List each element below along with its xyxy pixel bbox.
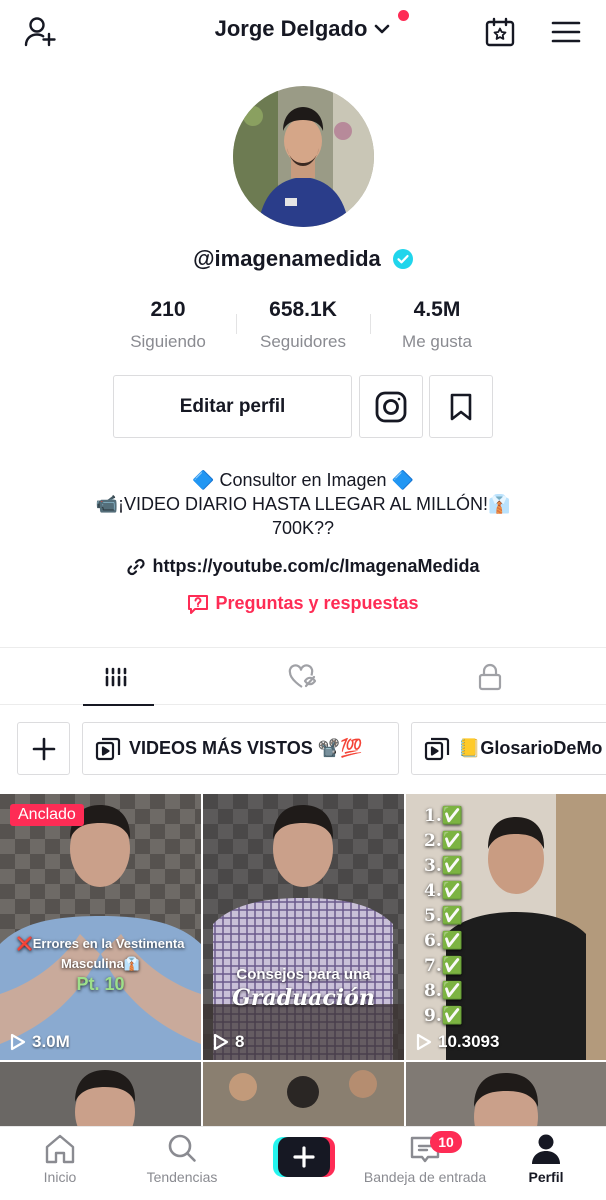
question-bubble-icon: [188, 595, 209, 615]
profile-icon: [532, 1134, 560, 1164]
video-thumbnail-image: [203, 794, 404, 1060]
video-caption: ❌Errores en la Vestimenta Masculina👔 Pt.…: [16, 936, 185, 994]
content-tabs: [0, 647, 606, 706]
playlist-icon: [95, 737, 121, 760]
pinned-badge: Anclado: [10, 804, 84, 826]
video-thumbnail[interactable]: 1.✅ 2.✅ 3.✅ 4.✅ 5.✅ 6.✅ 7.✅ 8.✅ 9.✅ 10.3…: [406, 794, 606, 1060]
nav-discover[interactable]: Tendencias: [127, 1133, 237, 1185]
bottom-navigation: Inicio Tendencias Bandeja de entrada 10 …: [0, 1126, 606, 1200]
notification-dot: [398, 10, 409, 21]
nav-inbox[interactable]: Bandeja de entrada: [356, 1133, 494, 1185]
bio-link[interactable]: https://youtube.com/c/ImagenaMedida: [0, 556, 606, 577]
home-icon: [45, 1134, 75, 1164]
hidden-heart-icon: [288, 663, 317, 688]
edit-profile-button[interactable]: Editar perfil: [113, 375, 352, 438]
instagram-button[interactable]: [359, 375, 423, 438]
video-caption: Consejos para una Graduación: [232, 966, 375, 1011]
add-playlist-button[interactable]: [17, 722, 70, 775]
top-bar: Jorge Delgado: [0, 0, 606, 66]
bookmark-icon: [450, 393, 472, 420]
video-thumbnail-image: [0, 794, 201, 1060]
video-thumbnail[interactable]: Consejos para una Graduación 8: [203, 794, 404, 1060]
view-count: 10.3093: [416, 1032, 499, 1052]
play-icon: [213, 1033, 229, 1051]
qa-link[interactable]: Preguntas y respuestas: [0, 593, 606, 615]
divider: [370, 314, 371, 334]
bio: 🔷 Consultor en Imagen 🔷 📹¡VIDEO DIARIO H…: [95, 470, 511, 538]
active-tab-indicator: [83, 704, 154, 706]
video-thumbnail[interactable]: Anclado ❌Errores en la Vestimenta Mascul…: [0, 794, 201, 1060]
chevron-down-icon: [375, 24, 390, 34]
stats-row: 210 Siguiendo 658.1K Seguidores 4.5M Me …: [0, 298, 606, 358]
verified-badge-icon: [392, 249, 413, 270]
video-checklist: 1.✅ 2.✅ 3.✅ 4.✅ 5.✅ 6.✅ 7.✅ 8.✅ 9.✅: [424, 806, 463, 1026]
favorites-button[interactable]: [429, 375, 493, 438]
playlists-row: VIDEOS MÁS VISTOS 📽️💯 📒GlosarioDeMo: [0, 722, 606, 776]
calendar-star-icon[interactable]: [482, 14, 518, 50]
menu-icon[interactable]: [548, 14, 584, 50]
video-thumbnail-image: [203, 1062, 404, 1126]
instagram-icon: [375, 391, 407, 422]
page-title: Jorge Delgado: [214, 16, 368, 41]
tab-private[interactable]: [389, 648, 591, 705]
video-grid: Anclado ❌Errores en la Vestimenta Mascul…: [0, 794, 606, 1126]
video-thumbnail[interactable]: [0, 1062, 201, 1126]
avatar[interactable]: [233, 86, 374, 227]
search-icon: [168, 1134, 196, 1162]
create-video-button[interactable]: [273, 1137, 335, 1177]
lock-icon: [478, 663, 502, 690]
playlist-chip[interactable]: 📒GlosarioDeMo: [411, 722, 606, 775]
account-switcher[interactable]: Jorge Delgado: [215, 16, 392, 42]
play-icon: [10, 1033, 26, 1051]
video-thumbnail[interactable]: [203, 1062, 404, 1126]
inbox-badge: 10: [430, 1131, 462, 1153]
video-thumbnail[interactable]: [406, 1062, 606, 1126]
video-thumbnail-image: [406, 1062, 606, 1126]
username: @imagenamedida: [193, 246, 381, 272]
tab-videos[interactable]: [15, 648, 217, 706]
playlist-chip[interactable]: VIDEOS MÁS VISTOS 📽️💯: [82, 722, 399, 775]
view-count: 8: [213, 1032, 244, 1052]
video-thumbnail-image: [0, 1062, 201, 1126]
link-icon: [127, 559, 146, 576]
plus-icon: [273, 1137, 335, 1177]
view-count: 3.0M: [10, 1032, 70, 1052]
nav-profile[interactable]: Perfil: [491, 1133, 601, 1185]
tab-liked[interactable]: [202, 648, 404, 705]
grid-icon: [105, 667, 127, 686]
plus-icon: [32, 737, 55, 760]
stat-likes[interactable]: 4.5M Me gusta: [372, 298, 502, 352]
stat-following[interactable]: 210 Siguiendo: [103, 298, 233, 352]
nav-home[interactable]: Inicio: [5, 1133, 115, 1185]
divider: [236, 314, 237, 334]
stat-followers[interactable]: 658.1K Seguidores: [238, 298, 368, 352]
playlist-icon: [424, 737, 450, 760]
play-icon: [416, 1033, 432, 1051]
